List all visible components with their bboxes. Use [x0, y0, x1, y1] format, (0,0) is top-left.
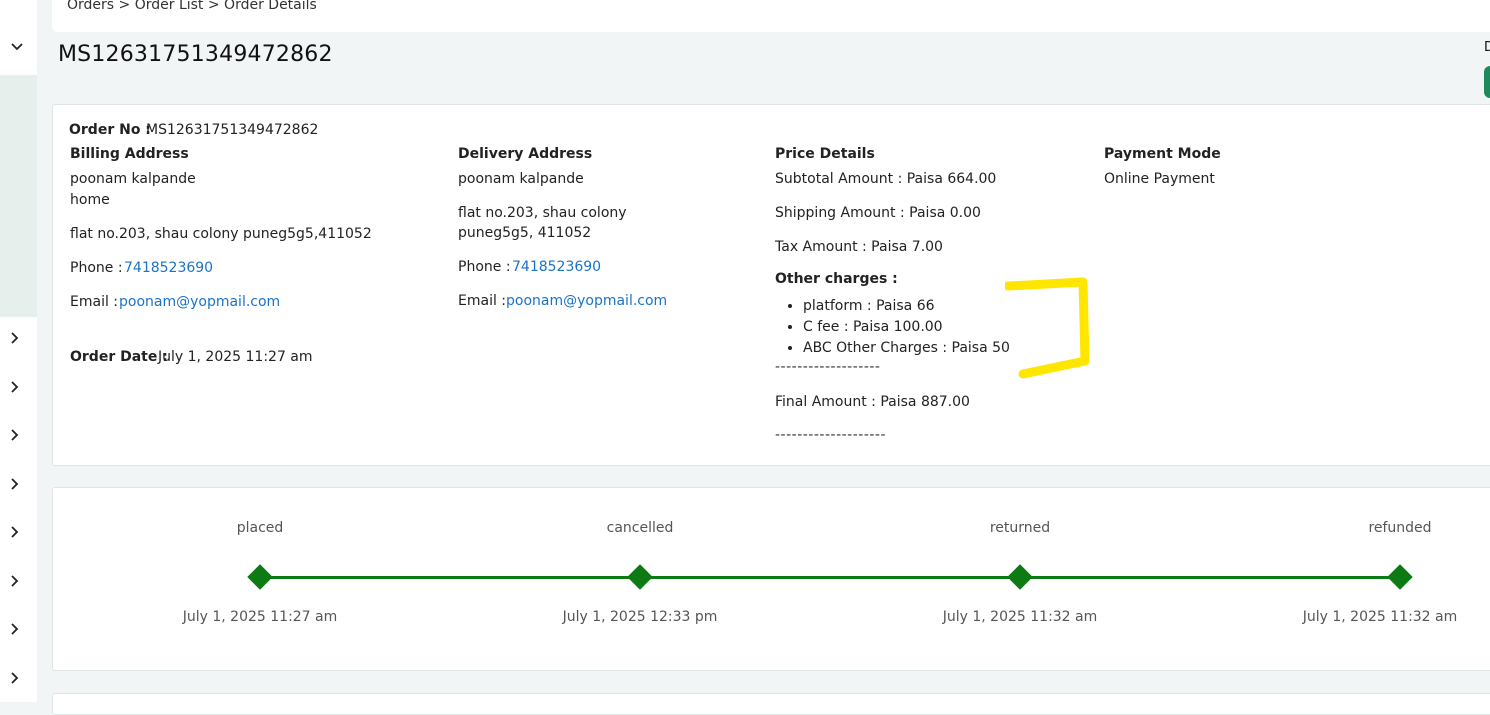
billing-address-type: home	[70, 192, 110, 208]
timeline-status-refunded: refunded	[1368, 520, 1432, 536]
order-date-value: July 1, 2025 11:27 am	[158, 349, 313, 365]
order-date-label: Order Date :	[70, 349, 168, 365]
payment-mode-value: Online Payment	[1104, 171, 1215, 187]
chevron-right-icon[interactable]	[8, 477, 22, 491]
delivery-phone-link[interactable]: 7418523690	[512, 259, 601, 275]
billing-phone-link[interactable]: 7418523690	[124, 260, 213, 276]
other-charge-item: C fee : Paisa 100.00	[803, 317, 1010, 338]
price-details-heading: Price Details	[775, 146, 875, 162]
chevron-right-icon[interactable]	[8, 380, 22, 394]
billing-address-heading: Billing Address	[70, 146, 189, 162]
next-section-card	[52, 693, 1490, 715]
order-no-label: Order No :	[69, 122, 151, 138]
top-right-label: D	[1484, 40, 1490, 55]
billing-phone-label: Phone :	[70, 260, 123, 276]
timeline-date-placed: July 1, 2025 11:27 am	[182, 609, 338, 625]
separator-line: -------------------	[775, 359, 881, 375]
timeline-status-placed: placed	[236, 520, 284, 536]
sidebar-active-section	[0, 75, 37, 317]
timeline-date-returned: July 1, 2025 11:32 am	[942, 609, 1098, 625]
chevron-right-icon[interactable]	[8, 574, 22, 588]
chevron-right-icon[interactable]	[8, 525, 22, 539]
separator-line: --------------------	[775, 427, 887, 443]
timeline-date-refunded: July 1, 2025 11:32 am	[1302, 609, 1458, 625]
highlight-bracket-mark	[1005, 277, 1090, 379]
chevron-right-icon[interactable]	[8, 428, 22, 442]
subtotal-amount: Subtotal Amount : Paisa 664.00	[775, 171, 997, 187]
delivery-address-heading: Delivery Address	[458, 146, 593, 162]
chevron-right-icon[interactable]	[8, 622, 22, 636]
other-charge-item: platform : Paisa 66	[803, 296, 1010, 317]
status-action-button[interactable]	[1484, 66, 1490, 98]
breadcrumb[interactable]: Orders > Order List > Order Details	[67, 0, 317, 13]
delivery-address-line1: flat no.203, shau colony	[458, 205, 627, 221]
other-charges-list: platform : Paisa 66 C fee : Paisa 100.00…	[775, 296, 1010, 359]
chevron-right-icon[interactable]	[8, 671, 22, 685]
delivery-phone-label: Phone :	[458, 259, 511, 275]
other-charges-heading: Other charges :	[775, 271, 898, 287]
timeline-status-cancelled: cancelled	[606, 520, 674, 536]
order-no-value: MS12631751349472862	[146, 122, 319, 138]
timeline-date-cancelled: July 1, 2025 12:33 pm	[562, 609, 718, 625]
other-charge-item: ABC Other Charges : Paisa 50	[803, 338, 1010, 359]
timeline-line	[260, 576, 1400, 579]
sidebar	[0, 0, 37, 702]
timeline-status-returned: returned	[989, 520, 1051, 536]
billing-email-label: Email :	[70, 294, 119, 310]
delivery-address-line2: puneg5g5, 411052	[458, 225, 592, 241]
page-title: MS12631751349472862	[58, 42, 333, 67]
delivery-email-link[interactable]: poonam@yopmail.com	[506, 293, 667, 309]
payment-mode-heading: Payment Mode	[1104, 146, 1221, 162]
delivery-email-label: Email :	[458, 293, 507, 309]
delivery-name: poonam kalpande	[458, 171, 584, 187]
shipping-amount: Shipping Amount : Paisa 0.00	[775, 205, 981, 221]
order-details-card	[52, 104, 1490, 466]
tax-amount: Tax Amount : Paisa 7.00	[775, 239, 943, 255]
billing-address: flat no.203, shau colony puneg5g5,411052	[70, 226, 372, 242]
chevron-right-icon[interactable]	[8, 331, 22, 345]
billing-email-link[interactable]: poonam@yopmail.com	[119, 294, 280, 310]
chevron-down-icon[interactable]	[10, 40, 24, 54]
billing-name: poonam kalpande	[70, 171, 196, 187]
final-amount: Final Amount : Paisa 887.00	[775, 394, 970, 410]
